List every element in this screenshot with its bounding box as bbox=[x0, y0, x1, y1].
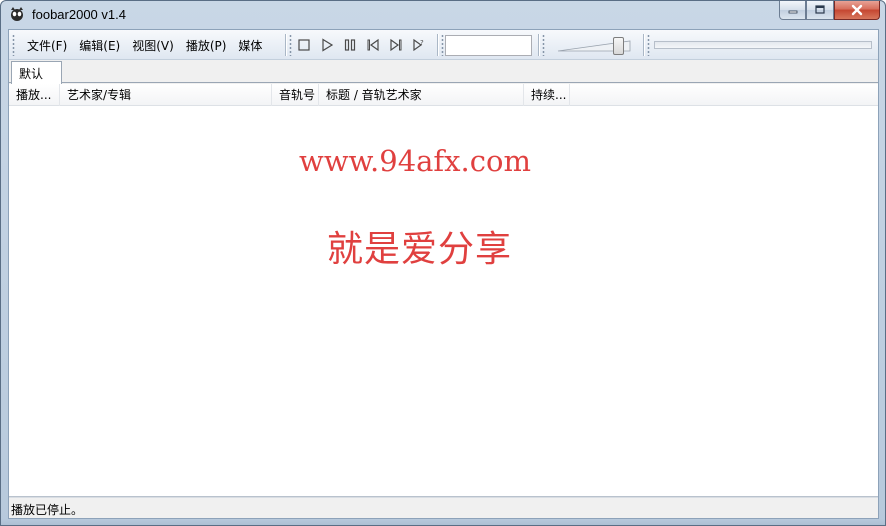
menu-playback[interactable]: 播放(P) bbox=[180, 35, 233, 56]
transport-controls: ? bbox=[292, 36, 430, 54]
play-button[interactable] bbox=[315, 36, 338, 54]
tab-default[interactable]: 默认 bbox=[11, 61, 62, 84]
seek-bar[interactable] bbox=[654, 41, 872, 49]
toolbar-separator bbox=[285, 34, 287, 56]
previous-button[interactable] bbox=[361, 36, 384, 54]
minimize-button[interactable] bbox=[779, 1, 806, 20]
main-toolbar: 文件(F) 编辑(E) 视图(V) 播放(P) 媒体 ? bbox=[9, 30, 878, 60]
menu-bar: 文件(F) 编辑(E) 视图(V) 播放(P) 媒体 bbox=[21, 35, 268, 56]
toolbar-grip[interactable] bbox=[647, 34, 650, 56]
playlist-header: 播放... 艺术家/专辑 音轨号 标题 / 音轨艺术家 持续... bbox=[9, 84, 878, 106]
foobar-app-icon[interactable] bbox=[9, 6, 25, 22]
menu-file[interactable]: 文件(F) bbox=[21, 35, 73, 56]
random-button[interactable]: ? bbox=[407, 36, 430, 54]
menu-view[interactable]: 视图(V) bbox=[126, 35, 180, 56]
random-icon: ? bbox=[412, 38, 424, 52]
svg-text:?: ? bbox=[420, 39, 424, 47]
playlist-tabs: 默认 bbox=[9, 60, 878, 84]
toolbar-separator bbox=[437, 34, 439, 56]
column-artist-album[interactable]: 艺术家/专辑 bbox=[60, 84, 272, 106]
previous-icon bbox=[367, 38, 379, 52]
menu-edit[interactable]: 编辑(E) bbox=[73, 35, 126, 56]
next-button[interactable] bbox=[384, 36, 407, 54]
stop-button[interactable] bbox=[292, 36, 315, 54]
volume-thumb[interactable] bbox=[613, 37, 625, 55]
play-icon bbox=[321, 38, 333, 52]
toolbar-separator bbox=[538, 34, 540, 56]
volume-slider[interactable] bbox=[556, 34, 636, 56]
next-icon bbox=[389, 38, 401, 52]
toolbar-grip[interactable] bbox=[12, 34, 15, 56]
client-area: 文件(F) 编辑(E) 视图(V) 播放(P) 媒体 ? 默认 播放... 艺术… bbox=[8, 29, 879, 519]
playlist-view[interactable]: 播放... 艺术家/专辑 音轨号 标题 / 音轨艺术家 持续... www.94… bbox=[9, 84, 878, 497]
column-track-number[interactable]: 音轨号 bbox=[272, 84, 319, 106]
status-text: 播放已停止。 bbox=[11, 503, 84, 517]
close-button[interactable] bbox=[834, 1, 880, 20]
menu-library[interactable]: 媒体 bbox=[232, 35, 268, 56]
status-bar: 播放已停止。 bbox=[9, 497, 878, 518]
maximize-button[interactable] bbox=[806, 1, 834, 20]
stop-icon bbox=[297, 39, 310, 51]
column-title-track-artist[interactable]: 标题 / 音轨艺术家 bbox=[319, 84, 524, 106]
toolbar-grip[interactable] bbox=[441, 34, 444, 56]
window-title: foobar2000 v1.4 bbox=[32, 7, 126, 22]
column-duration[interactable]: 持续... bbox=[524, 84, 570, 106]
watermark-url: www.94afx.com bbox=[299, 144, 531, 178]
search-input[interactable] bbox=[445, 35, 532, 56]
toolbar-separator bbox=[643, 34, 645, 56]
pause-icon bbox=[344, 39, 355, 51]
app-window: foobar2000 v1.4 文件(F) 编辑(E) 视图(V) 播放(P) … bbox=[0, 0, 886, 526]
window-bottom-border bbox=[1, 519, 885, 525]
toolbar-grip[interactable] bbox=[542, 34, 545, 56]
caption-buttons bbox=[779, 1, 880, 21]
maximize-icon bbox=[815, 5, 825, 14]
watermark-slogan: 就是爱分享 bbox=[327, 229, 513, 270]
pause-button[interactable] bbox=[338, 36, 361, 54]
title-bar[interactable]: foobar2000 v1.4 bbox=[1, 1, 885, 29]
close-icon bbox=[851, 4, 863, 16]
minimize-icon bbox=[788, 10, 797, 14]
column-playing[interactable]: 播放... bbox=[9, 84, 60, 106]
